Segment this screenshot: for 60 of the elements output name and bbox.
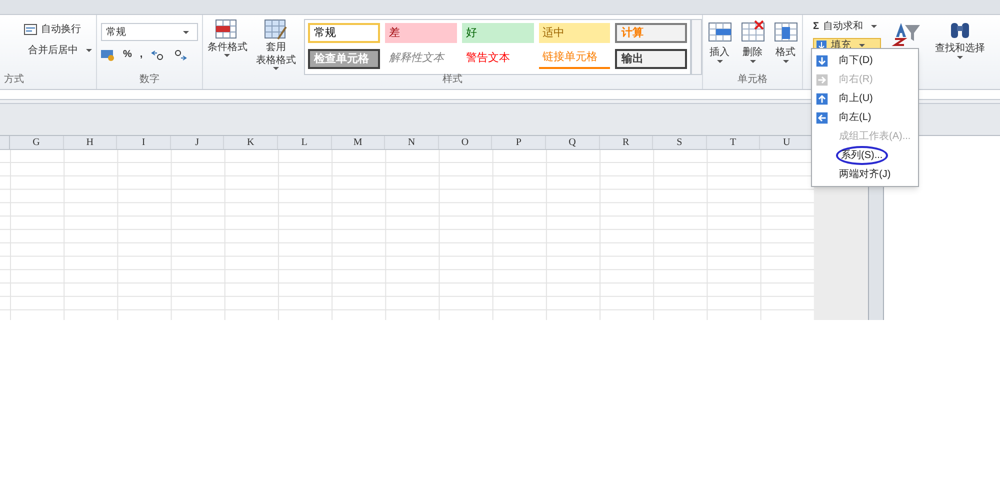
dropdown-caret-icon	[224, 54, 230, 57]
column-header[interactable]: S	[653, 136, 707, 149]
increase-decimal-icon	[150, 48, 165, 60]
gallery-scrollbar[interactable]	[691, 19, 702, 75]
ribbon-button[interactable]: 自动换行	[24, 22, 96, 37]
column-header[interactable]: M	[332, 136, 386, 149]
dropdown-caret-icon	[716, 60, 722, 63]
delete-button[interactable]: 删除	[740, 19, 766, 63]
menu-item[interactable]: 向左(L)	[812, 108, 918, 127]
cell-style-option[interactable]: 差	[385, 23, 457, 43]
column-header[interactable]: N	[385, 136, 439, 149]
dropdown-caret-icon	[183, 30, 189, 34]
decrease-decimal-icon	[172, 48, 187, 60]
currency-icon	[101, 48, 115, 60]
group-label: 方式	[4, 75, 25, 87]
dropdown-caret-icon	[871, 25, 878, 28]
menu-item[interactable]: 系列(S)...	[812, 146, 918, 165]
column-header[interactable]: K	[224, 136, 278, 149]
autosum-button[interactable]: Σ 自动求和	[813, 19, 882, 34]
group-label: 样式	[442, 75, 464, 87]
format-button[interactable]: 格式	[772, 19, 798, 63]
conditional-format-button[interactable]: 条件格式	[203, 15, 252, 75]
conditional-format-icon	[215, 19, 240, 41]
dropdown-caret-icon	[957, 56, 964, 59]
fill-down-icon	[816, 54, 828, 66]
percent-button[interactable]: %	[123, 47, 132, 62]
wrap-text-icon	[24, 24, 37, 35]
insert-button[interactable]: 插入	[706, 19, 732, 63]
fill-right-icon	[816, 74, 828, 86]
menu-item[interactable]: 两端对齐(J)	[812, 165, 918, 184]
menu-item[interactable]: 向下(D)	[812, 51, 918, 70]
table-format-button[interactable]: 套用 表格格式	[252, 15, 300, 75]
group-label: 数字	[138, 75, 160, 87]
menu-item[interactable]: 向上(U)	[812, 89, 918, 108]
column-header[interactable]: J	[170, 136, 224, 149]
fill-up-icon	[816, 92, 828, 104]
column-header[interactable]: L	[278, 136, 332, 149]
ribbon-button[interactable]: 合并后居中	[24, 43, 96, 58]
column-header[interactable]: O	[438, 136, 492, 149]
dropdown-caret-icon	[782, 60, 788, 63]
column-header[interactable]: G	[10, 136, 64, 149]
column-header[interactable]: Q	[546, 136, 600, 149]
cell-style-option[interactable]: 适中	[538, 23, 610, 43]
group-label: 单元格	[736, 75, 768, 87]
column-header[interactable]: H	[64, 136, 118, 149]
column-header[interactable]: P	[492, 136, 546, 149]
dropdown-caret-icon	[272, 67, 279, 70]
column-header[interactable]: T	[706, 136, 760, 149]
sigma-icon: Σ	[813, 19, 820, 34]
column-header[interactable]: R	[600, 136, 654, 149]
cell-style-option[interactable]: 好	[462, 23, 534, 43]
table-style-icon	[264, 19, 288, 41]
fill-left-icon	[816, 112, 828, 124]
cell-style-option[interactable]: 常规	[308, 23, 380, 43]
cell-style-option[interactable]: 输出	[615, 48, 688, 68]
number-format-field[interactable]: 常规	[101, 23, 198, 41]
dropdown-caret-icon	[750, 60, 756, 63]
comma-button[interactable]: ,	[140, 47, 143, 62]
find-select-button[interactable]: 查找和选择	[935, 19, 986, 89]
column-header[interactable]: I	[117, 136, 171, 149]
